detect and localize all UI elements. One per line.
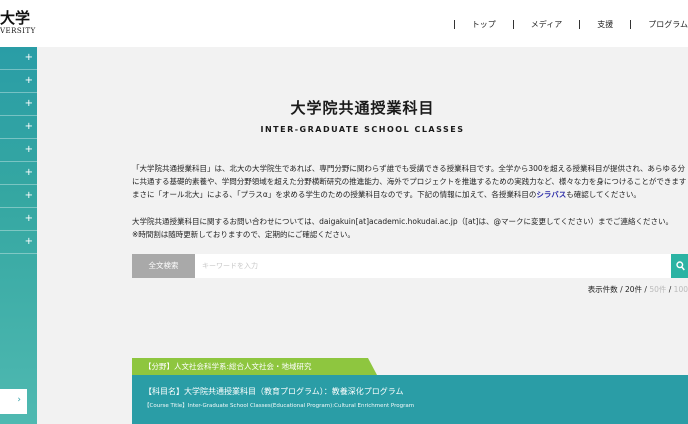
course-title-en: 【Course Title】Inter-Graduate School Clas… <box>144 403 415 409</box>
nav-divider <box>512 19 514 29</box>
nav-divider <box>453 19 455 29</box>
plus-icon: + <box>24 144 33 155</box>
results-per-page: 表示件数 / 20件 / 50件 / 100 <box>588 284 688 295</box>
results-per-page-label: 表示件数 / <box>587 285 625 294</box>
sidebar-item-1[interactable]: + <box>0 47 37 70</box>
per-page-separator: / <box>666 285 674 294</box>
plus-icon: + <box>24 75 33 86</box>
page-title: 大学院共通授業科目 <box>290 99 435 117</box>
search-button[interactable] <box>671 254 688 278</box>
sidebar-menu: + + + + + + + + + › <box>0 47 37 424</box>
search-bar: 全文検索 <box>132 254 688 278</box>
intro-line: まさに「オール北大」による、「プラスα」を求める学生のための授業科目なのです。下… <box>132 188 688 201</box>
sidebar-item-2[interactable]: + <box>0 70 37 93</box>
sidebar-item-7[interactable]: + <box>0 185 37 208</box>
sidebar-item-5[interactable]: + <box>0 139 37 162</box>
page-subtitle: INTER-GRADUATE SCHOOL CLASSES <box>260 125 465 134</box>
contact-text: 大学院共通授業科目に関するお問い合わせについては、daigakuin[at]ac… <box>132 215 673 241</box>
sidebar-item-6[interactable]: + <box>0 162 37 185</box>
contact-line: 大学院共通授業科目に関するお問い合わせについては、daigakuin[at]ac… <box>132 217 674 226</box>
main-content: 大学院共通授業科目 INTER-GRADUATE SCHOOL CLASSES … <box>37 47 688 424</box>
sidebar-item-9[interactable]: + <box>0 231 37 254</box>
nav-item-top[interactable]: トップ <box>472 19 496 30</box>
timetable-note: ※時間割は随時更新しておりますので、定期的にご確認ください。 <box>132 230 355 239</box>
plus-icon: + <box>24 167 33 178</box>
global-nav: トップ メディア 支援 プログラム <box>437 17 688 31</box>
plus-icon: + <box>24 98 33 109</box>
university-logo[interactable]: 大学 VERSITY <box>0 10 36 35</box>
course-category-tab: 【分野】人文社会科学系:総合人文社会・地域研究 <box>132 358 377 375</box>
nav-divider <box>630 19 632 29</box>
intro-line: に共通する基礎的素養や、学問分野領域を超えた分野横断研究の推進能力、海外でプロジ… <box>132 177 687 186</box>
nav-divider <box>579 19 581 29</box>
nav-item-program[interactable]: プログラム <box>648 19 688 30</box>
intro-text-part: まさに「オール北大」による、「プラスα」を求める学生のための授業科目なのです。下… <box>132 190 537 199</box>
search-input[interactable] <box>195 254 671 278</box>
chevron-right-icon: › <box>17 395 21 405</box>
site-header: 大学 VERSITY トップ メディア 支援 プログラム <box>0 0 688 47</box>
plus-icon: + <box>24 121 33 132</box>
sidebar-item-4[interactable]: + <box>0 116 37 139</box>
sidebar-expand-button[interactable]: › <box>0 389 27 414</box>
search-icon <box>676 261 685 271</box>
plus-icon: + <box>24 236 33 247</box>
per-page-50[interactable]: 50件 <box>649 285 666 294</box>
syllabus-link[interactable]: シラバス <box>536 190 566 199</box>
search-label: 全文検索 <box>132 254 195 278</box>
sidebar-item-8[interactable]: + <box>0 208 37 231</box>
plus-icon: + <box>24 52 33 63</box>
course-name: 【科目名】大学院共通授業科目（教育プログラム）：教養深化プログラム <box>144 387 404 396</box>
logo-main-text: 大学 <box>0 9 31 27</box>
plus-icon: + <box>24 190 33 201</box>
intro-text: 「大学院共通授業科目」は、北大の大学院生であれば、専門分野に関わらず誰でも受講で… <box>132 162 688 201</box>
per-page-20[interactable]: 20件 <box>625 285 642 294</box>
nav-item-media[interactable]: メディア <box>531 19 562 30</box>
sidebar-item-3[interactable]: + <box>0 93 37 116</box>
per-page-100[interactable]: 100 <box>674 285 688 294</box>
course-card[interactable]: 【科目名】大学院共通授業科目（教育プログラム）：教養深化プログラム 【Cours… <box>132 375 688 424</box>
intro-line: 「大学院共通授業科目」は、北大の大学院生であれば、専門分野に関わらず誰でも受講で… <box>132 164 686 173</box>
intro-text-part: も確認してください。 <box>566 190 641 199</box>
logo-sub-text: VERSITY <box>0 27 36 35</box>
plus-icon: + <box>24 213 33 224</box>
nav-item-support[interactable]: 支援 <box>597 19 613 30</box>
